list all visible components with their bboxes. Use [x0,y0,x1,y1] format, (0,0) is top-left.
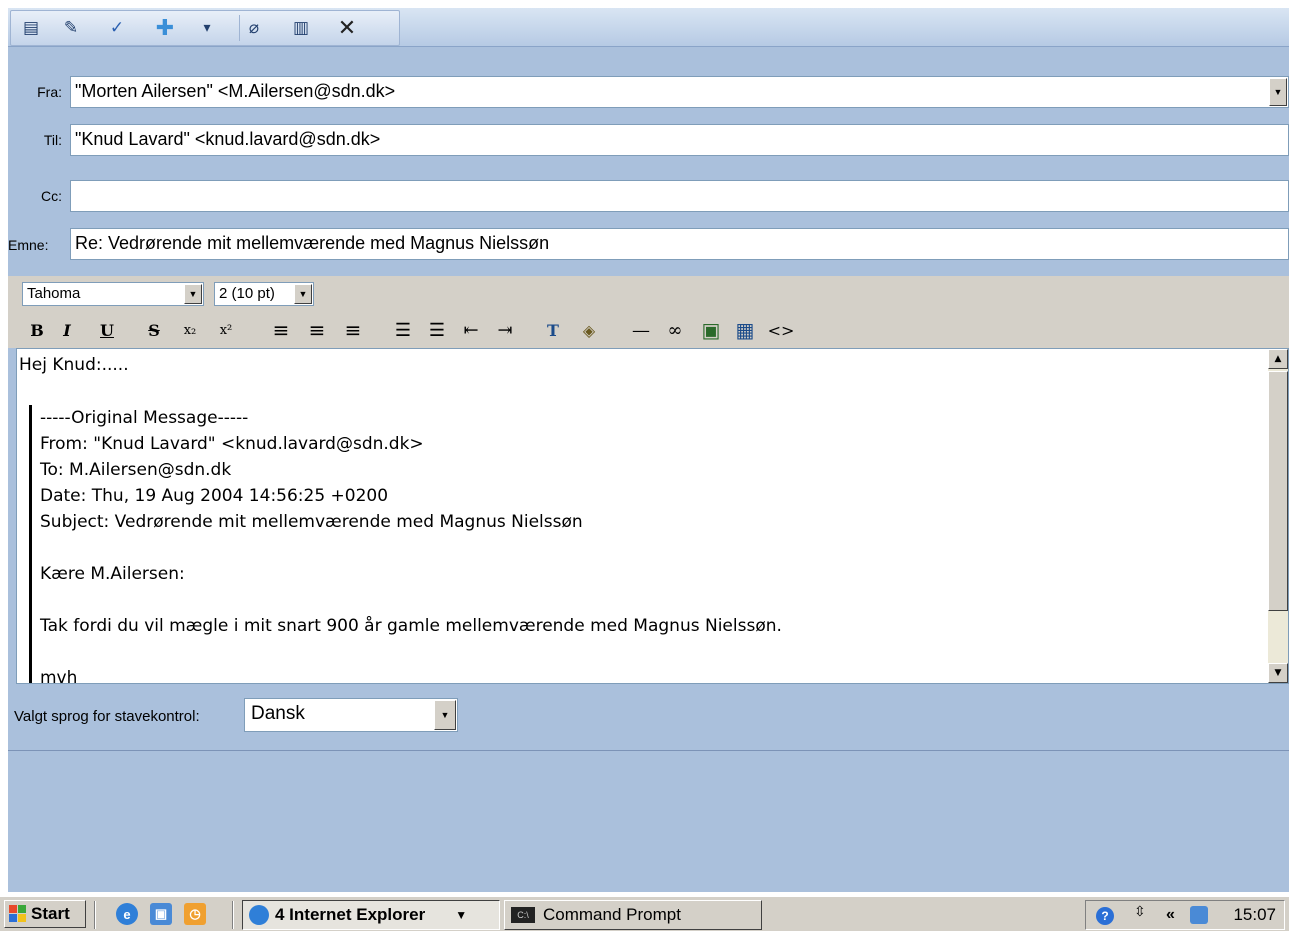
compose-window: ▤ ✎ ✓ ✚ ▾ ⌀ ▥ ✕ Fra: "Morten Ailersen" <… [8,8,1289,892]
close-icon[interactable]: ✕ [333,15,361,41]
from-value: "Morten Ailersen" <M.Ailersen@sdn.dk> [75,81,396,101]
internet-explorer-icon[interactable]: e [116,903,138,925]
priority-icon[interactable]: ✚ [151,15,179,41]
chevron-down-icon: ▼ [455,908,468,922]
font-family-value: Tahoma [27,285,81,302]
tray-app-icon[interactable] [1190,906,1208,924]
taskbar-ie-group-button[interactable]: 4 Internet Explorer ▼ [242,900,500,930]
font-size-value: 2 (10 pt) [219,285,275,302]
greeting-text: Hej Knud:..... [19,355,129,375]
font-size-select[interactable]: 2 (10 pt) ▼ [214,282,314,306]
align-right-button[interactable]: ≡ [340,316,366,344]
network-icon[interactable]: ⇳ [1134,903,1146,920]
taskbar-command-prompt-label: Command Prompt [543,905,681,924]
horizontal-rule-button[interactable]: — [626,316,656,344]
highlight-color-button[interactable]: ◈ [576,316,602,344]
spellcheck-language-select[interactable]: Dansk ▼ [244,698,458,732]
indent-button[interactable]: ⇥ [492,316,518,344]
scroll-down-icon[interactable]: ▼ [1268,663,1288,683]
bold-button[interactable]: B [22,316,52,344]
formatting-toolbar: Tahoma ▼ 2 (10 pt) ▼ B I U S x₂ x² ≡ ≡ ≡… [8,276,1289,348]
table-button[interactable]: ▦ [730,316,760,344]
quoted-to: To: M.Ailersen@sdn.dk [40,460,232,480]
screen-top-edge [0,0,1289,8]
subject-field[interactable]: Re: Vedrørende mit mellemværende med Mag… [70,228,1289,260]
link-button[interactable]: ∞ [660,316,690,344]
message-body-editor[interactable]: Hej Knud:..... -----Original Message----… [16,348,1289,684]
italic-button[interactable]: I [52,316,82,344]
scroll-thumb[interactable] [1268,371,1288,611]
dropdown-arrow-icon[interactable]: ▾ [197,15,217,41]
system-tray: ? ⇳ « 15:07 [1085,900,1285,930]
to-value: "Knud Lavard" <knud.lavard@sdn.dk> [75,129,381,149]
spellcheck-icon[interactable]: ✓ [103,15,131,41]
from-label: Fra: [37,84,62,100]
align-center-button[interactable]: ≡ [304,316,330,344]
attach-icon[interactable]: ⌀ [239,15,268,41]
toolbar-group: ▤ ✎ ✓ ✚ ▾ ⌀ ▥ ✕ [10,10,400,46]
help-icon[interactable]: ? [1096,907,1114,925]
outdent-button[interactable]: ⇤ [458,316,484,344]
spellcheck-language-label: Valgt sprog for stavekontrol: [14,708,200,725]
quoted-original-message: -----Original Message----- From: "Knud L… [29,405,1249,684]
expand-tray-icon[interactable]: « [1166,906,1175,924]
save-draft-icon[interactable]: ✎ [57,15,85,41]
html-source-button[interactable]: <> [766,316,796,344]
windows-taskbar: Start e ▣ ◷ 4 Internet Explorer ▼ C:\ Co… [0,895,1289,931]
compose-toolbar: ▤ ✎ ✓ ✚ ▾ ⌀ ▥ ✕ [8,8,1289,47]
windows-logo-icon [9,905,27,923]
subject-value: Re: Vedrørende mit mellemværende med Mag… [75,233,550,253]
clock-app-icon[interactable]: ◷ [184,903,206,925]
bullet-list-button[interactable]: ☰ [424,316,450,344]
taskbar-separator [94,901,96,929]
spellcheck-language-value: Dansk [251,703,305,724]
to-label: Til: [43,132,62,148]
underline-button[interactable]: U [92,316,122,344]
start-label: Start [31,904,70,923]
text-color-button[interactable]: T [540,316,566,344]
chevron-down-icon[interactable]: ▼ [434,700,456,730]
font-family-select[interactable]: Tahoma ▼ [22,282,204,306]
internet-explorer-icon [249,905,269,925]
align-left-button[interactable]: ≡ [268,316,294,344]
quoted-date: Date: Thu, 19 Aug 2004 14:56:25 +0200 [40,486,389,506]
from-combo[interactable]: "Morten Ailersen" <M.Ailersen@sdn.dk> ▼ [70,76,1289,108]
start-button[interactable]: Start [4,900,86,928]
image-button[interactable]: ▣ [698,316,724,344]
taskbar-command-prompt-button[interactable]: C:\ Command Prompt [504,900,762,930]
format-buttons-row: B I U S x₂ x² ≡ ≡ ≡ ☰ ☰ ⇤ ⇥ T ◈ — ∞ ▣ ▦ … [22,316,822,344]
numbered-list-button[interactable]: ☰ [390,316,416,344]
taskbar-separator [232,901,234,929]
strikethrough-button[interactable]: S [140,316,168,344]
desktop-icon[interactable]: ▣ [150,903,172,925]
divider [8,750,1289,751]
chevron-down-icon[interactable]: ▼ [1269,78,1287,106]
vertical-scrollbar[interactable]: ▲ ▼ [1268,349,1288,683]
chevron-down-icon[interactable]: ▼ [184,284,202,304]
cc-field[interactable] [70,180,1289,212]
original-message-separator: -----Original Message----- [40,408,249,428]
superscript-button[interactable]: x² [212,316,240,344]
command-prompt-icon: C:\ [511,907,535,923]
quoted-subject: Subject: Vedrørende mit mellemværende me… [40,512,583,532]
subject-label: Emne: [8,237,49,253]
quoted-body: Tak fordi du vil mægle i mit snart 900 å… [40,616,782,636]
send-icon[interactable]: ▤ [17,15,45,41]
scroll-up-icon[interactable]: ▲ [1268,349,1288,369]
to-field[interactable]: "Knud Lavard" <knud.lavard@sdn.dk> [70,124,1289,156]
subscript-button[interactable]: x₂ [176,316,204,344]
quoted-signoff: mvh [40,668,78,684]
quoted-from: From: "Knud Lavard" <knud.lavard@sdn.dk> [40,434,424,454]
clock: 15:07 [1233,905,1276,924]
quoted-salutation: Kære M.Ailersen: [40,564,185,584]
address-book-icon[interactable]: ▥ [287,15,315,41]
chevron-down-icon[interactable]: ▼ [294,284,312,304]
cc-label: Cc: [41,188,62,204]
taskbar-ie-group-label: 4 Internet Explorer [275,905,426,924]
